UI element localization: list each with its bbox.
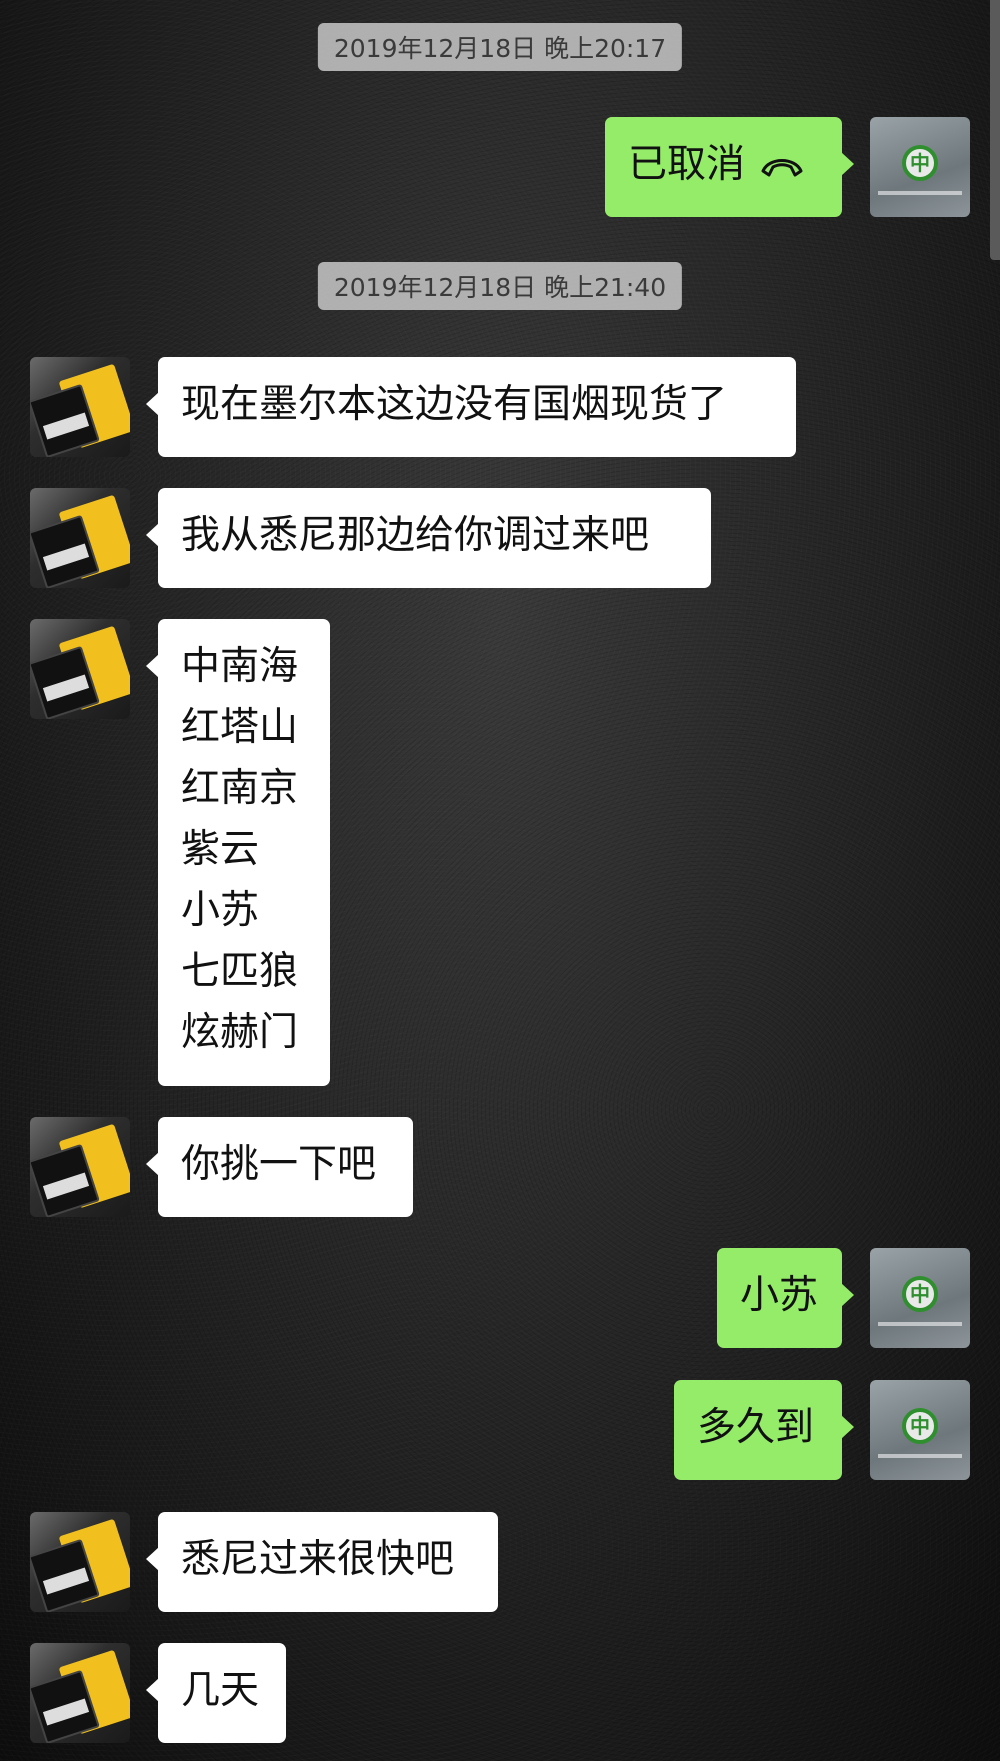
scrollbar[interactable] <box>990 0 1000 260</box>
message-bubble-incoming[interactable]: 现在墨尔本这边没有国烟现货了 <box>146 357 796 457</box>
message-text: 几天 <box>181 1668 260 1713</box>
green-circle-logo-icon: 中 <box>902 145 938 181</box>
contact-avatar[interactable] <box>30 1643 130 1743</box>
message-bubble-incoming[interactable]: 中南海 红塔山 红南京 紫云 小苏 七匹狼 炫赫门 <box>146 619 330 1086</box>
hangup-phone-icon <box>759 136 805 197</box>
message-text: 已取消 <box>628 142 746 187</box>
green-circle-logo-icon: 中 <box>902 1408 938 1444</box>
message-bubble-outgoing[interactable]: 多久到 <box>674 1380 854 1480</box>
green-circle-logo-icon: 中 <box>902 1276 938 1312</box>
message-bubble-incoming[interactable]: 几天 <box>146 1643 286 1743</box>
list-item: 中南海 <box>181 644 299 689</box>
message-text: 多久到 <box>697 1405 815 1450</box>
contact-avatar[interactable] <box>30 1512 130 1612</box>
message-bubble-incoming[interactable]: 我从悉尼那边给你调过来吧 <box>146 488 711 588</box>
message-bubble-incoming[interactable]: 你挑一下吧 <box>146 1117 413 1217</box>
contact-avatar[interactable] <box>30 619 130 719</box>
list-item: 紫云 <box>181 827 260 872</box>
list-item: 小苏 <box>181 888 260 933</box>
message-text: 我从悉尼那边给你调过来吧 <box>181 513 650 558</box>
self-avatar[interactable]: 中 <box>870 1380 970 1480</box>
contact-avatar[interactable] <box>30 357 130 457</box>
list-item: 炫赫门 <box>181 1010 299 1055</box>
self-avatar[interactable]: 中 <box>870 1248 970 1348</box>
contact-avatar[interactable] <box>30 488 130 588</box>
message-text: 你挑一下吧 <box>181 1142 377 1187</box>
message-text: 小苏 <box>740 1273 819 1318</box>
contact-avatar[interactable] <box>30 1117 130 1217</box>
self-avatar[interactable]: 中 <box>870 117 970 217</box>
list-item: 红塔山 <box>181 705 299 750</box>
timestamp: 2019年12月18日 晚上20:17 <box>317 23 683 71</box>
message-bubble-outgoing[interactable]: 小苏 <box>717 1248 854 1348</box>
timestamp: 2019年12月18日 晚上21:40 <box>317 262 683 310</box>
message-bubble-incoming[interactable]: 悉尼过来很快吧 <box>146 1512 498 1612</box>
list-item: 红南京 <box>181 766 299 811</box>
message-text: 悉尼过来很快吧 <box>181 1537 455 1582</box>
message-bubble-outgoing[interactable]: 已取消 <box>605 117 854 217</box>
message-text: 现在墨尔本这边没有国烟现货了 <box>181 382 728 427</box>
list-item: 七匹狼 <box>181 949 299 994</box>
